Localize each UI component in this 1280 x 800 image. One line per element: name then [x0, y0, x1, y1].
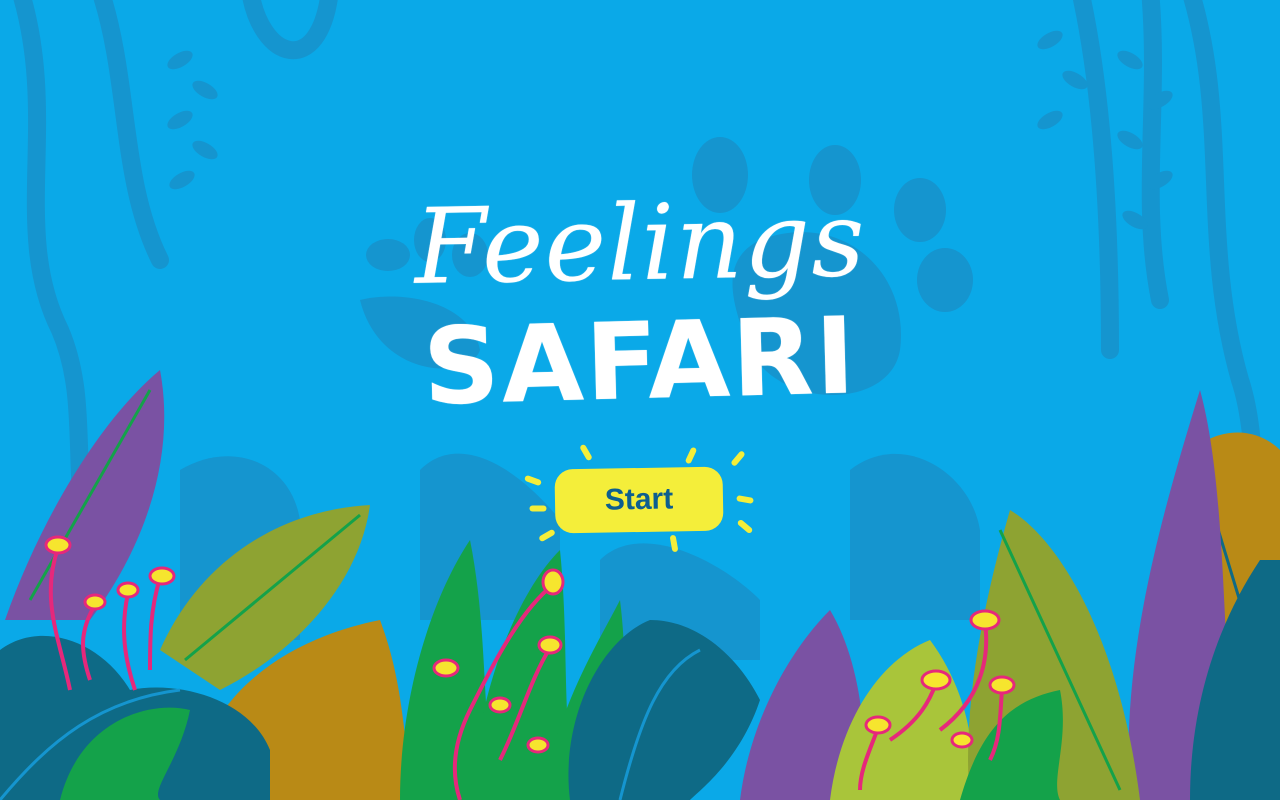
flower-icon — [432, 658, 460, 678]
flower-icon — [526, 736, 550, 754]
start-button[interactable]: Start — [554, 466, 724, 534]
flower-icon — [537, 635, 563, 655]
flower-icon — [920, 669, 952, 691]
vine-icon — [242, 0, 338, 60]
flower-icon — [83, 593, 107, 611]
flower-icon — [864, 715, 892, 735]
flower-icon — [988, 675, 1016, 695]
flower-icon — [148, 566, 176, 586]
flower-icon — [969, 609, 1001, 631]
flower-icon — [541, 568, 565, 596]
sparkle-icon — [529, 505, 547, 512]
flower-icon — [950, 731, 974, 749]
flower-icon — [44, 535, 72, 555]
flower-icon — [488, 696, 512, 714]
game-stage: Feelings SAFARI Start — [0, 0, 1280, 800]
foliage-right — [960, 390, 1280, 800]
flower-icon — [116, 581, 140, 599]
